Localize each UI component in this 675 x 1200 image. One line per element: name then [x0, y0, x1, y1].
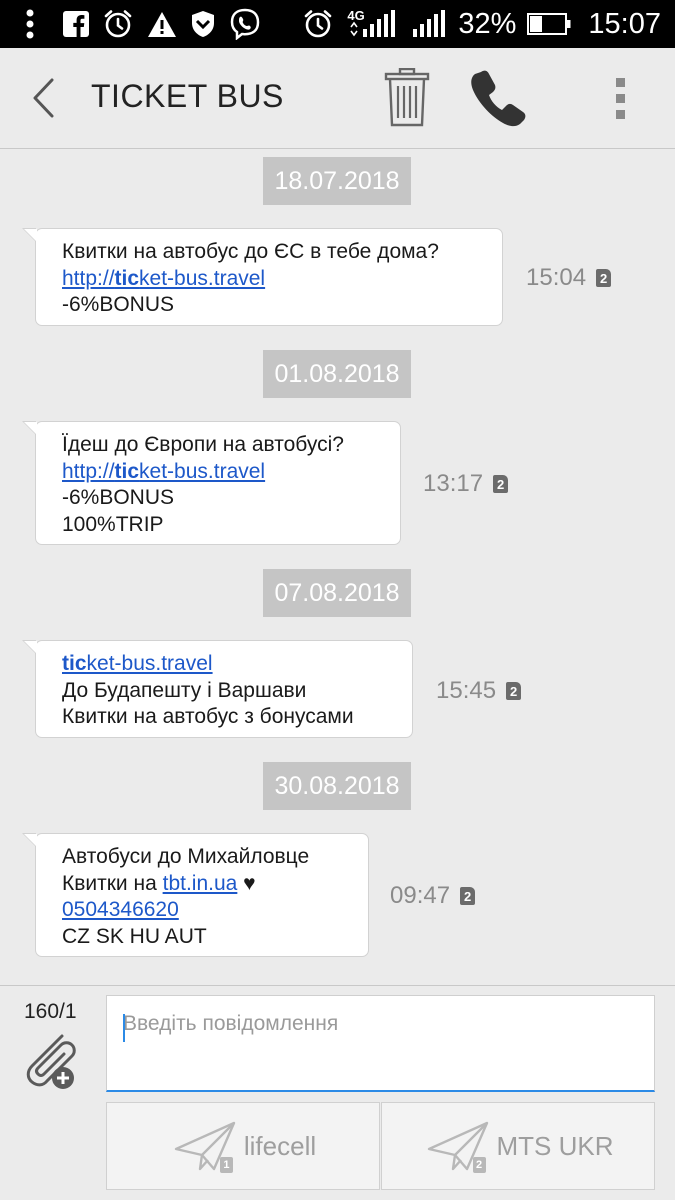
sim-1-icon: 1 [219, 1157, 233, 1173]
send-icon: 1 [170, 1119, 240, 1173]
composer-divider [0, 985, 675, 986]
sim-2-icon: 2 [472, 1157, 486, 1173]
char-counter: 160/1 [24, 1000, 77, 1023]
attachment-icon [26, 1034, 76, 1089]
message-timestamp: 15:45 2 [436, 677, 522, 705]
phone-number-link[interactable]: 0504346620 [62, 898, 179, 921]
sim-2-icon: 2 [506, 682, 522, 700]
message-timestamp: 13:17 2 [423, 470, 509, 498]
message-bubble[interactable]: ticket-bus.travel До Будапешту і Варшави… [22, 640, 413, 738]
send-sim2-button[interactable]: 2 MTS UKR [381, 1102, 655, 1190]
message-timestamp: 09:47 2 [390, 882, 476, 910]
message-text: До Будапешту і Варшави [62, 678, 307, 702]
facebook-icon [63, 0, 89, 48]
message-text: Квитки на tbt.in.ua ♥ [62, 871, 256, 895]
warning-icon [147, 0, 177, 48]
network-type-label: 4G [347, 8, 365, 23]
message-bubble[interactable]: Автобуси до Михайловце Квитки на tbt.in.… [22, 833, 369, 957]
toolbar: TICKET BUS [0, 48, 675, 149]
date-separator: 18.07.2018 [263, 157, 411, 205]
clock: 15:07 [588, 7, 661, 40]
sim-2-icon: 2 [596, 269, 612, 287]
text-cursor [123, 1014, 125, 1042]
signal-icon [413, 0, 447, 48]
more-vert-icon [26, 0, 34, 48]
message-link[interactable]: http://ticket-bus.travel [62, 267, 265, 290]
date-separator: 07.08.2018 [263, 569, 411, 617]
back-button[interactable] [22, 74, 68, 122]
message-text: Автобуси до Михайловце [62, 845, 310, 868]
shield-icon [191, 0, 215, 48]
sim-2-icon: 2 [460, 887, 476, 905]
attach-button[interactable] [18, 1026, 82, 1092]
message-text: 100%TRIP [62, 512, 164, 536]
send-sim1-label: lifecell [243, 1130, 317, 1161]
signal-icon: 4G [347, 0, 399, 48]
message-text: Квитки на автобус з бонусами [62, 705, 354, 728]
message-text: Квитки на автобус до ЄС в тебе дома? [62, 240, 439, 263]
message-text: -6%BONUS [62, 293, 175, 316]
message-text: -6%BONUS [62, 486, 175, 509]
send-sim2-label: MTS UKR [496, 1130, 614, 1161]
message-timestamp: 15:04 2 [526, 264, 612, 292]
send-icon: 2 [423, 1119, 493, 1173]
message-link[interactable]: http://ticket-bus.travel [62, 460, 265, 483]
date-separator: 30.08.2018 [263, 762, 411, 810]
status-bar: 4G 32% 15:07 [0, 0, 675, 48]
call-button[interactable] [467, 68, 527, 128]
sim-2-icon: 2 [493, 475, 509, 493]
message-text: Їдеш до Європи на автобусі? [62, 433, 344, 456]
overflow-menu-button[interactable] [606, 76, 636, 122]
alarm-icon [303, 0, 333, 48]
delete-button[interactable] [381, 67, 433, 128]
more-vert-icon [616, 78, 625, 119]
alarm-icon [103, 0, 133, 48]
message-link[interactable]: ticket-bus.travel [62, 652, 213, 675]
message-bubble[interactable]: Їдеш до Європи на автобусі? http://ticke… [22, 421, 401, 545]
back-arrow-icon [33, 78, 54, 118]
message-bubble[interactable]: Квитки на автобус до ЄС в тебе дома? htt… [22, 228, 503, 326]
send-sim1-button[interactable]: 1 lifecell [106, 1102, 380, 1190]
battery-icon [527, 0, 571, 48]
message-input[interactable] [106, 995, 655, 1092]
conversation-title: TICKET BUS [91, 78, 284, 114]
message-text: CZ SK HU AUT [62, 924, 207, 948]
date-separator: 01.08.2018 [263, 350, 411, 398]
battery-percent: 32% [458, 7, 517, 40]
message-link[interactable]: tbt.in.ua [163, 872, 238, 895]
viber-icon [229, 0, 261, 48]
trash-icon [384, 67, 430, 127]
phone-icon [471, 70, 526, 127]
